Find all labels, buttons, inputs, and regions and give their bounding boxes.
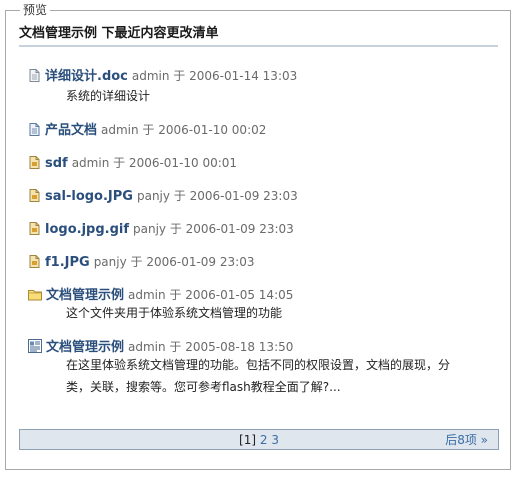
folder-icon <box>28 290 42 301</box>
document-icon <box>29 123 40 136</box>
item-meta: admin 于 2006-01-05 14:05 <box>128 288 294 302</box>
item-link[interactable]: sal-logo.JPG <box>45 189 133 204</box>
item-link[interactable]: 文档管理示例 <box>46 340 124 355</box>
page-title: 文档管理示例 下最近内容更改清单 <box>19 24 498 47</box>
news-document-icon <box>28 339 42 353</box>
page-links: [1] 2 3 <box>20 432 498 448</box>
next-page-link[interactable]: 后8项 » <box>445 432 488 448</box>
item-meta: panjy 于 2006-01-09 23:03 <box>93 255 255 269</box>
pagination-bar: [1] 2 3 后8项 » <box>19 429 499 450</box>
item-link[interactable]: 产品文档 <box>45 123 97 138</box>
list-item: 详细设计.doc admin 于 2006-01-14 13:03 <box>28 67 498 86</box>
item-meta: panjy 于 2006-01-09 23:03 <box>136 189 298 203</box>
item-description: 这个文件夹用于体验系统文档管理的功能 <box>66 306 283 320</box>
item-meta: admin 于 2006-01-10 00:02 <box>101 123 267 137</box>
list-item: sdf admin 于 2006-01-10 00:01 <box>28 154 498 173</box>
panel-legend: 预览 <box>20 3 51 17</box>
page-link-3[interactable]: 3 <box>271 433 279 447</box>
list-item: logo.jpg.gif panjy 于 2006-01-09 23:03 <box>28 220 498 239</box>
item-link[interactable]: f1.JPG <box>45 255 90 270</box>
item-link[interactable]: logo.jpg.gif <box>45 222 129 237</box>
list-item: 产品文档 admin 于 2006-01-10 00:02 <box>28 121 498 140</box>
image-file-icon <box>29 189 40 202</box>
item-link[interactable]: 详细设计.doc <box>45 69 128 84</box>
item-meta: admin 于 2006-01-10 00:01 <box>71 156 238 170</box>
item-description: 系统的详细设计 <box>66 89 151 103</box>
page-link-2[interactable]: 2 <box>260 433 268 447</box>
list-item: f1.JPG panjy 于 2006-01-09 23:03 <box>28 253 498 272</box>
image-file-icon <box>29 156 40 169</box>
item-meta: panjy 于 2006-01-09 23:03 <box>133 222 294 236</box>
list-item: sal-logo.JPG panjy 于 2006-01-09 23:03 <box>28 187 498 206</box>
item-link[interactable]: 文档管理示例 <box>46 288 124 303</box>
image-file-icon <box>29 255 40 268</box>
item-meta: admin 于 2006-01-14 13:03 <box>131 69 298 83</box>
item-description-line: 在这里体验系统文档管理的功能。包括不同的权限设置，文档的展现，分 <box>66 358 451 372</box>
document-icon <box>29 69 40 82</box>
item-meta: admin 于 2005-08-18 13:50 <box>128 340 294 354</box>
image-file-icon <box>29 222 40 235</box>
current-page: [1] <box>239 433 257 447</box>
item-description-line: 类，关联，搜索等。您可参考flash教程全面了解?... <box>66 380 341 394</box>
item-link[interactable]: sdf <box>45 156 68 171</box>
